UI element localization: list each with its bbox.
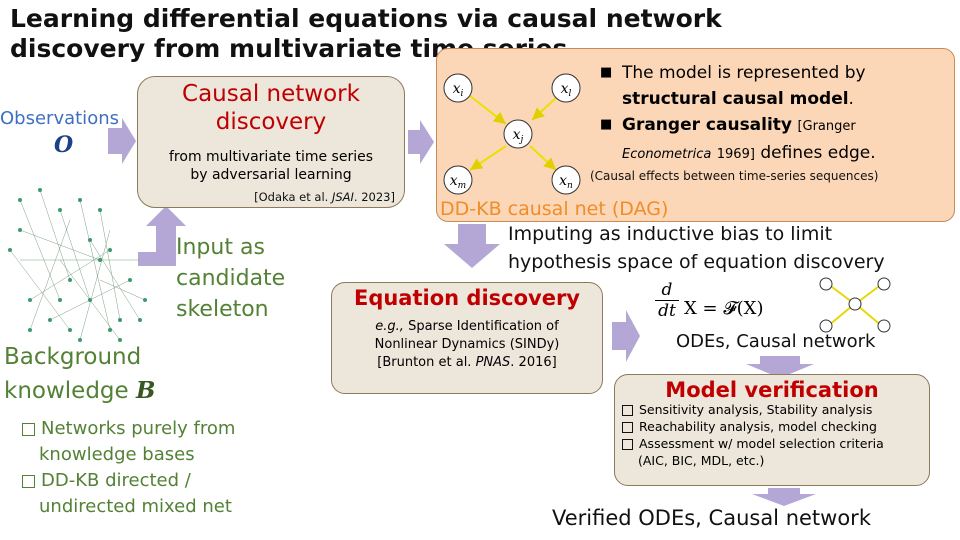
equation-discovery-title: Equation discovery	[353, 286, 580, 310]
input-line-1: Input as	[176, 235, 265, 260]
eg-label: e.g.,	[375, 319, 404, 334]
bullet-granger: ■ Granger causality [Granger Econometrica…	[600, 112, 952, 168]
causal-discovery-line-1: from multivariate time series	[169, 149, 373, 165]
background-item: Networks purely from	[22, 416, 235, 442]
causal-discovery-description: from multivariate time series by adversa…	[137, 148, 405, 184]
model-verification-title: Model verification	[665, 378, 879, 402]
ode-d: d	[661, 280, 673, 300]
dd-kb-note: (Causal effects between time-series sequ…	[590, 169, 879, 183]
bullet2-bold: Granger causality	[622, 115, 793, 135]
checkbox-icon	[22, 474, 35, 488]
bullet2-ref: [Granger	[797, 119, 856, 134]
ode-label: ODEs, Causal network	[676, 331, 876, 352]
square-bullet-icon: ■	[600, 65, 613, 80]
bullet1-text: The model is represented by	[622, 63, 866, 83]
background-knowledge-label: Background knowledge B	[4, 340, 155, 408]
background-line-2: knowledge	[4, 378, 129, 404]
bullet1-end: .	[848, 89, 854, 109]
eq-ref-prefix: [Brunton et al.	[377, 355, 476, 370]
square-bullet-icon: ■	[600, 117, 613, 132]
ode-dt: dt	[655, 300, 679, 321]
arrow-observations-to-discovery	[108, 118, 136, 164]
bullet-structural: ■ The model is represented by structural …	[600, 60, 952, 112]
eq-line-1: Sparse Identification of	[408, 319, 559, 334]
checkbox-icon	[622, 422, 633, 433]
causal-discovery-title: Causal network discovery	[182, 81, 360, 135]
verification-item-cont: (AIC, BIC, MDL, etc.)	[638, 453, 765, 468]
eq-line-2: Nonlinear Dynamics (SINDy)	[374, 337, 560, 352]
bullet2-ref2: 1969]	[716, 147, 755, 162]
dd-kb-label: DD-KB causal net (DAG)	[440, 198, 669, 220]
imputing-text: Imputing as inductive bias to limit hypo…	[508, 220, 885, 276]
small-dag-graphic	[819, 277, 891, 333]
model-verification-list: Sensitivity analysis, Stability analysis…	[622, 401, 927, 469]
background-item-cont: undirected mixed net	[39, 496, 232, 517]
arrow-discovery-to-dd-kb	[408, 120, 434, 164]
bullet2-end: defines edge.	[760, 143, 876, 163]
equation-discovery-description: e.g., Sparse Identification of Nonlinear…	[331, 318, 603, 372]
causal-discovery-reference: [Odaka et al. JSAI. 2023]	[150, 190, 395, 204]
input-line-3: skeleton	[176, 297, 269, 322]
causal-discovery-line-2: by adversarial learning	[190, 167, 352, 183]
bullet2-journal: Econometrica	[622, 147, 712, 162]
imputing-line-1: Imputing as inductive bias to limit	[508, 223, 833, 245]
verification-item: Assessment w/ model selection criteria	[622, 435, 927, 452]
verified-output-label: Verified ODEs, Causal network	[552, 506, 871, 530]
verification-item: Reachability analysis, model checking	[622, 418, 927, 435]
ref-journal: JSAI	[331, 190, 354, 204]
background-list: Networks purely from knowledge bases DD-…	[22, 416, 235, 520]
ref-suffix: . 2023]	[353, 190, 395, 204]
background-network-graphic	[9, 189, 146, 341]
checkbox-icon	[22, 422, 35, 436]
dd-kb-bullets: ■ The model is represented by structural …	[600, 60, 952, 168]
checkbox-icon	[622, 405, 633, 416]
ref-prefix: [Odaka et al.	[254, 190, 332, 204]
background-line-1: Background	[4, 344, 142, 370]
eq-ref-suffix: . 2016]	[510, 355, 557, 370]
input-line-2: candidate	[176, 266, 286, 291]
eq-ref-journal: PNAS	[475, 355, 511, 370]
ode-rhs: X = 𝓕(X)	[684, 298, 764, 319]
imputing-line-2: hypothesis space of equation discovery	[508, 251, 885, 273]
arrow-dd-kb-down	[444, 224, 500, 268]
background-symbol: B	[135, 377, 156, 404]
checkbox-icon	[622, 439, 633, 450]
dag-graphic: xi xl xj xm xn	[443, 73, 581, 195]
bullet1-bold: structural causal model	[622, 89, 849, 109]
verification-item: Sensitivity analysis, Stability analysis	[622, 401, 927, 418]
ode-derivative: d dt	[655, 280, 679, 321]
background-network-nodes	[8, 188, 147, 342]
arrow-verification-down	[752, 488, 816, 506]
background-item-cont: knowledge bases	[39, 444, 195, 465]
arrow-equation-to-ode	[612, 310, 640, 362]
background-item: DD-KB directed /	[22, 468, 235, 494]
input-skeleton-label: Input as candidate skeleton	[176, 232, 285, 325]
